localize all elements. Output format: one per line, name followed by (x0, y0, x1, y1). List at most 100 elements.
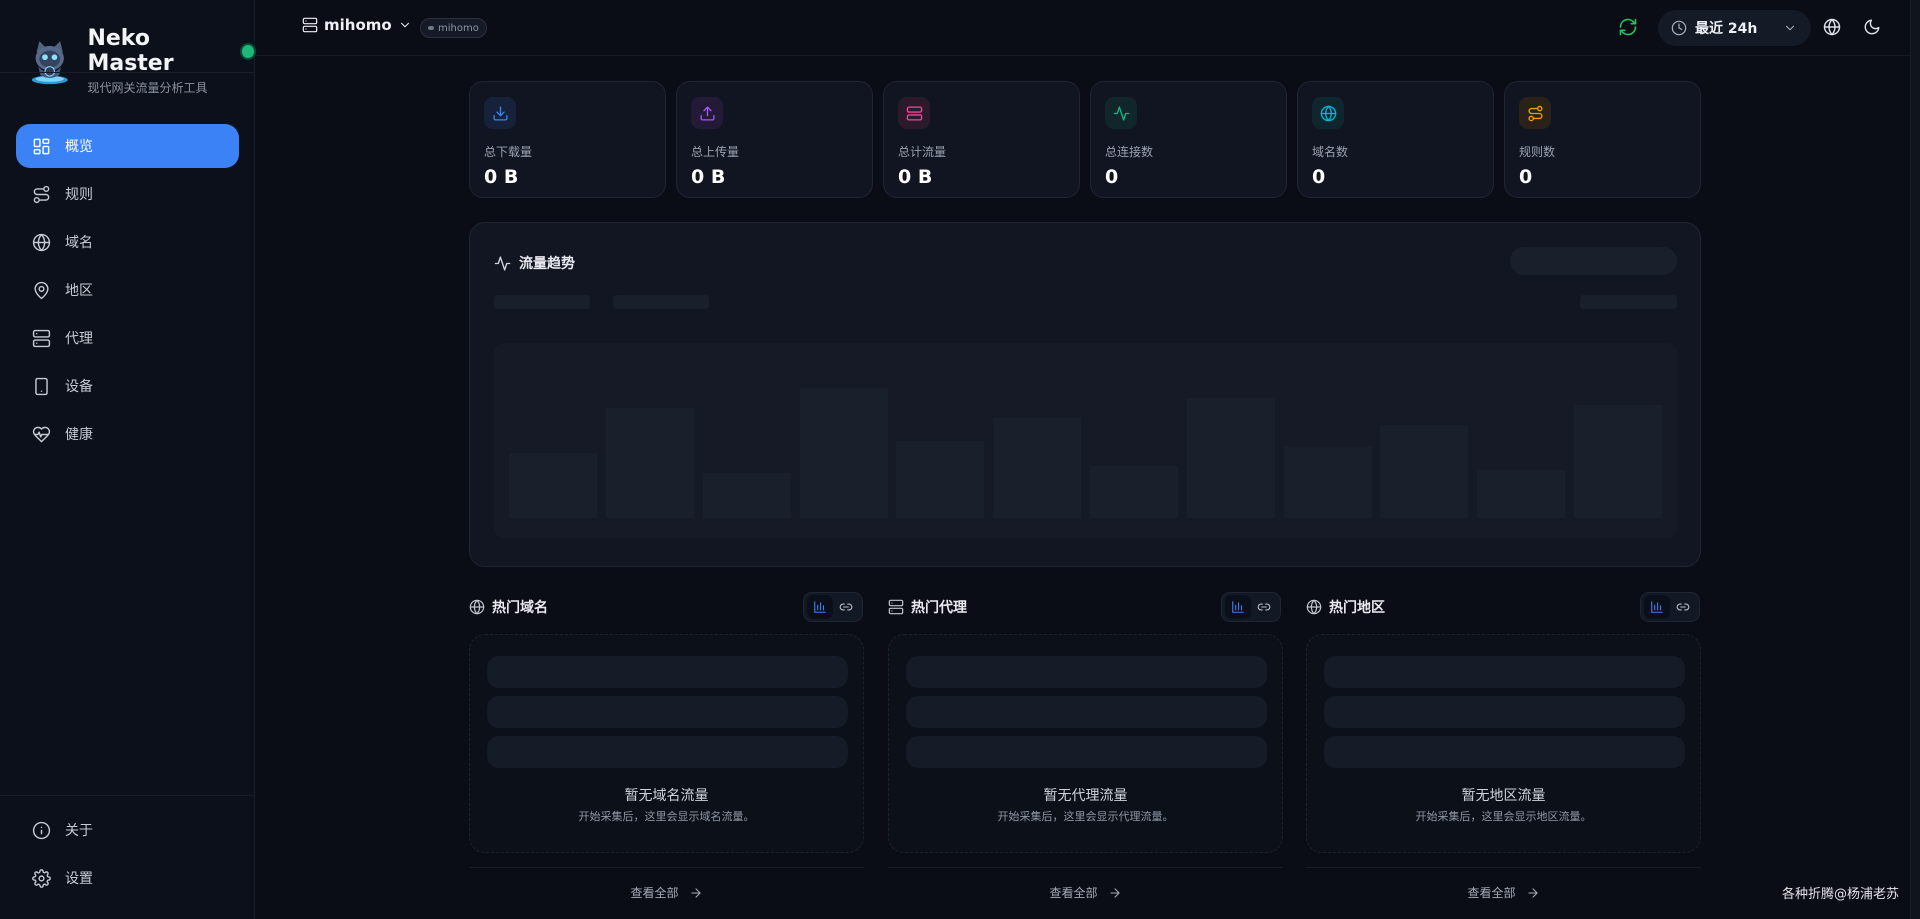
view-all-label: 查看全部 (1049, 886, 1098, 900)
sidebar: Neko Master 现代网关流量分析工具 概览 规则 域名 地区 代理 设备… (0, 0, 255, 919)
link-view-button[interactable] (833, 595, 859, 619)
stat-value: 0 B (484, 166, 519, 188)
dashboard-icon (33, 138, 50, 154)
view-all-regions-link[interactable]: 查看全部 (1306, 884, 1701, 901)
stats-row: 总下载量 0 B 总上传量 0 B 总计流量 0 B 总连接数 0 域名数 0 … (469, 81, 1701, 198)
route-icon (1527, 105, 1543, 121)
arrow-right-icon (1527, 887, 1538, 898)
bar-chart-icon (1651, 601, 1663, 613)
page-scrollbar[interactable] (1910, 0, 1920, 919)
skeleton-row (487, 696, 848, 728)
brand-title-text: Neko Master (87, 26, 174, 76)
theme-toggle-button[interactable] (1863, 18, 1881, 36)
top-domains-view-toggle (803, 592, 863, 622)
stat-label: 域名数 (1312, 145, 1349, 159)
top-regions-view-toggle (1640, 592, 1700, 622)
empty-title: 暂无代理流量 (1043, 788, 1128, 804)
skeleton-bar (509, 453, 597, 518)
smartphone-icon (35, 377, 48, 395)
server-icon (888, 599, 904, 615)
bar-chart-icon (814, 601, 826, 613)
traffic-trend-header: 流量趋势 (494, 253, 575, 273)
heart-pulse-icon (32, 426, 51, 442)
skeleton-row (487, 736, 848, 768)
skeleton-bars (509, 388, 1662, 518)
view-all-domains-link[interactable]: 查看全部 (469, 884, 864, 901)
empty-title: 暂无地区流量 (1461, 788, 1546, 804)
sidebar-item-rules[interactable]: 规则 (16, 172, 239, 216)
stat-label: 总计流量 (898, 145, 947, 159)
refresh-button[interactable] (1618, 17, 1638, 37)
link-icon (428, 26, 434, 30)
globe-icon (1306, 599, 1322, 615)
section-title: 热门域名 (492, 600, 548, 616)
main-nav: 概览 规则 域名 地区 代理 设备 健康 (16, 124, 239, 460)
sidebar-item-overview[interactable]: 概览 (16, 124, 239, 168)
view-all-proxies-link[interactable]: 查看全部 (888, 884, 1283, 901)
stat-card-rules: 规则数 0 (1504, 81, 1701, 198)
skeleton-bar (1477, 470, 1565, 518)
bar-view-button[interactable] (1225, 595, 1251, 619)
stat-icon-wrap (1519, 97, 1551, 129)
sidebar-divider (0, 795, 255, 796)
sidebar-item-about[interactable]: 关于 (16, 808, 239, 852)
section-divider (888, 867, 1283, 868)
top-regions-panel: 暂无地区流量 开始采集后，这里会显示地区流量。 (1306, 634, 1701, 853)
sidebar-item-domains[interactable]: 域名 (16, 220, 239, 264)
sidebar-item-proxies[interactable]: 代理 (16, 316, 239, 360)
section-title: 热门地区 (1329, 600, 1385, 616)
backend-selector[interactable]: mihomo (302, 16, 412, 34)
chevron-down-icon (1785, 25, 1795, 31)
link-icon (1676, 603, 1690, 611)
stat-icon-wrap (691, 97, 723, 129)
top-proxies-view-toggle (1221, 592, 1281, 622)
gear-icon (32, 868, 51, 888)
activity-icon (494, 255, 511, 271)
stat-card-upload: 总上传量 0 B (676, 81, 873, 198)
empty-subtitle: 开始采集后，这里会显示代理流量。 (997, 810, 1174, 823)
stat-icon-wrap (1105, 97, 1137, 129)
brand[interactable]: Neko Master 现代网关流量分析工具 (28, 26, 254, 96)
arrow-right-icon (690, 887, 701, 898)
bar-chart-icon (1232, 601, 1244, 613)
skeleton-bar (1090, 466, 1178, 518)
backend-badge: mihomo (420, 18, 487, 38)
top-proxies-panel: 暂无代理流量 开始采集后，这里会显示代理流量。 (888, 634, 1283, 853)
sidebar-item-label: 设备 (65, 379, 93, 395)
arrow-right-icon (1109, 887, 1120, 898)
info-icon (32, 821, 51, 839)
sidebar-item-regions[interactable]: 地区 (16, 268, 239, 312)
globe-icon (469, 599, 485, 615)
stat-value: 0 (1519, 166, 1533, 188)
skeleton-row (906, 696, 1267, 728)
language-button[interactable] (1823, 18, 1841, 36)
link-view-button[interactable] (1251, 595, 1277, 619)
bar-view-button[interactable] (807, 595, 833, 619)
view-all-label: 查看全部 (630, 886, 679, 900)
skeleton-range-tabs (1510, 247, 1677, 275)
skeleton-bar (1574, 405, 1662, 518)
stat-card-download: 总下载量 0 B (469, 81, 666, 198)
skeleton-legend (494, 295, 590, 309)
stat-card-total-traffic: 总计流量 0 B (883, 81, 1080, 198)
sidebar-item-label: 规则 (65, 187, 93, 203)
bar-view-button[interactable] (1644, 595, 1670, 619)
skeleton-legend (613, 295, 709, 309)
stat-value: 0 B (898, 166, 933, 188)
sidebar-item-health[interactable]: 健康 (16, 412, 239, 456)
link-view-button[interactable] (1670, 595, 1696, 619)
top-domains-panel: 暂无域名流量 开始采集后，这里会显示域名流量。 (469, 634, 864, 853)
sidebar-item-settings[interactable]: 设置 (16, 856, 239, 900)
section-title: 热门代理 (911, 600, 967, 616)
skeleton-bar (993, 418, 1081, 518)
moon-icon (1864, 19, 1880, 35)
brand-title: Neko Master (87, 26, 254, 76)
traffic-trend-card: 流量趋势 (469, 222, 1701, 567)
sidebar-item-devices[interactable]: 设备 (16, 364, 239, 408)
sidebar-item-label: 设置 (65, 871, 93, 887)
time-range-select[interactable]: 最近 24h (1658, 10, 1811, 46)
empty-subtitle: 开始采集后，这里会显示地区流量。 (1415, 810, 1592, 823)
watermark-text: 各种折腾@杨浦老苏 (1781, 887, 1899, 902)
brand-subtitle: 现代网关流量分析工具 (87, 81, 208, 95)
sidebar-bottom-nav: 关于 设置 (16, 808, 239, 904)
